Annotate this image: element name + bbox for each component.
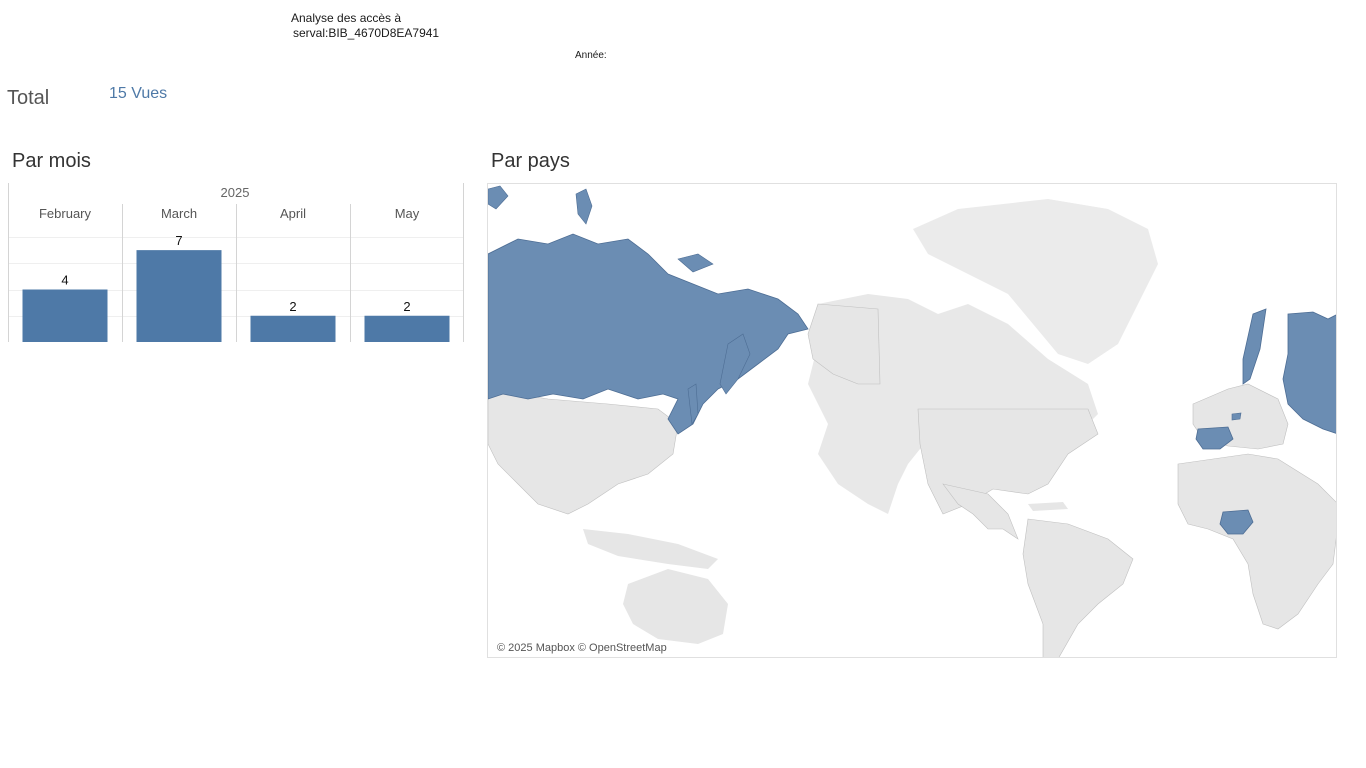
total-label: Total bbox=[7, 87, 50, 109]
month-label-may: May bbox=[395, 206, 420, 221]
year-filter-label[interactable]: Année: bbox=[575, 50, 607, 61]
month-label-april: April bbox=[280, 206, 306, 221]
bar-march[interactable] bbox=[136, 250, 222, 342]
map-land-asia-south bbox=[488, 388, 679, 515]
dashboard: Analyse des accès à serval:BIB_4670D8EA7… bbox=[0, 0, 1366, 768]
map-attribution[interactable]: © 2025 Mapbox © OpenStreetMap bbox=[495, 642, 669, 654]
map-land-mexico bbox=[942, 483, 1019, 540]
bar-value-label-february: 4 bbox=[61, 273, 68, 288]
page-title-line1: Analyse des accès à bbox=[291, 11, 402, 25]
map-land-se-asia bbox=[583, 529, 718, 569]
by-month-title: Par mois bbox=[12, 150, 91, 172]
map-land-usa bbox=[917, 408, 1099, 515]
bar-april[interactable] bbox=[250, 315, 336, 342]
bar-value-label-april: 2 bbox=[289, 299, 296, 314]
map-land-south-america bbox=[1022, 518, 1134, 657]
map-land-australia bbox=[623, 569, 728, 644]
map-country-russia-islands2 bbox=[488, 185, 509, 210]
bar-february[interactable] bbox=[22, 289, 108, 343]
map-country-switzerland bbox=[1231, 412, 1242, 421]
by-country-title: Par pays bbox=[491, 150, 570, 172]
country-map[interactable]: © 2025 Mapbox © OpenStreetMap bbox=[487, 183, 1337, 658]
month-label-march: March bbox=[161, 206, 197, 221]
map-land-africa bbox=[1177, 453, 1336, 630]
bar-may[interactable] bbox=[364, 315, 450, 342]
year-group-label: 2025 bbox=[221, 185, 250, 200]
total-views-value[interactable]: 15 Vues bbox=[109, 85, 167, 103]
bar-value-label-may: 2 bbox=[403, 299, 410, 314]
map-country-sweden bbox=[1242, 308, 1267, 385]
map-country-russia-islands bbox=[575, 188, 593, 225]
map-country-russia-islands3 bbox=[677, 253, 714, 273]
page-title: Analyse des accès à serval:BIB_4670D8EA7… bbox=[291, 11, 439, 41]
map-land-caribbean bbox=[1028, 502, 1068, 511]
monthly-bar-chart[interactable]: 2025 February March April May 4 7 2 2 bbox=[8, 183, 464, 345]
bar-value-label-march: 7 bbox=[175, 233, 182, 248]
month-label-february: February bbox=[39, 206, 92, 221]
page-title-line2: serval:BIB_4670D8EA7941 bbox=[293, 26, 440, 40]
map-country-russia-east bbox=[1282, 311, 1336, 434]
